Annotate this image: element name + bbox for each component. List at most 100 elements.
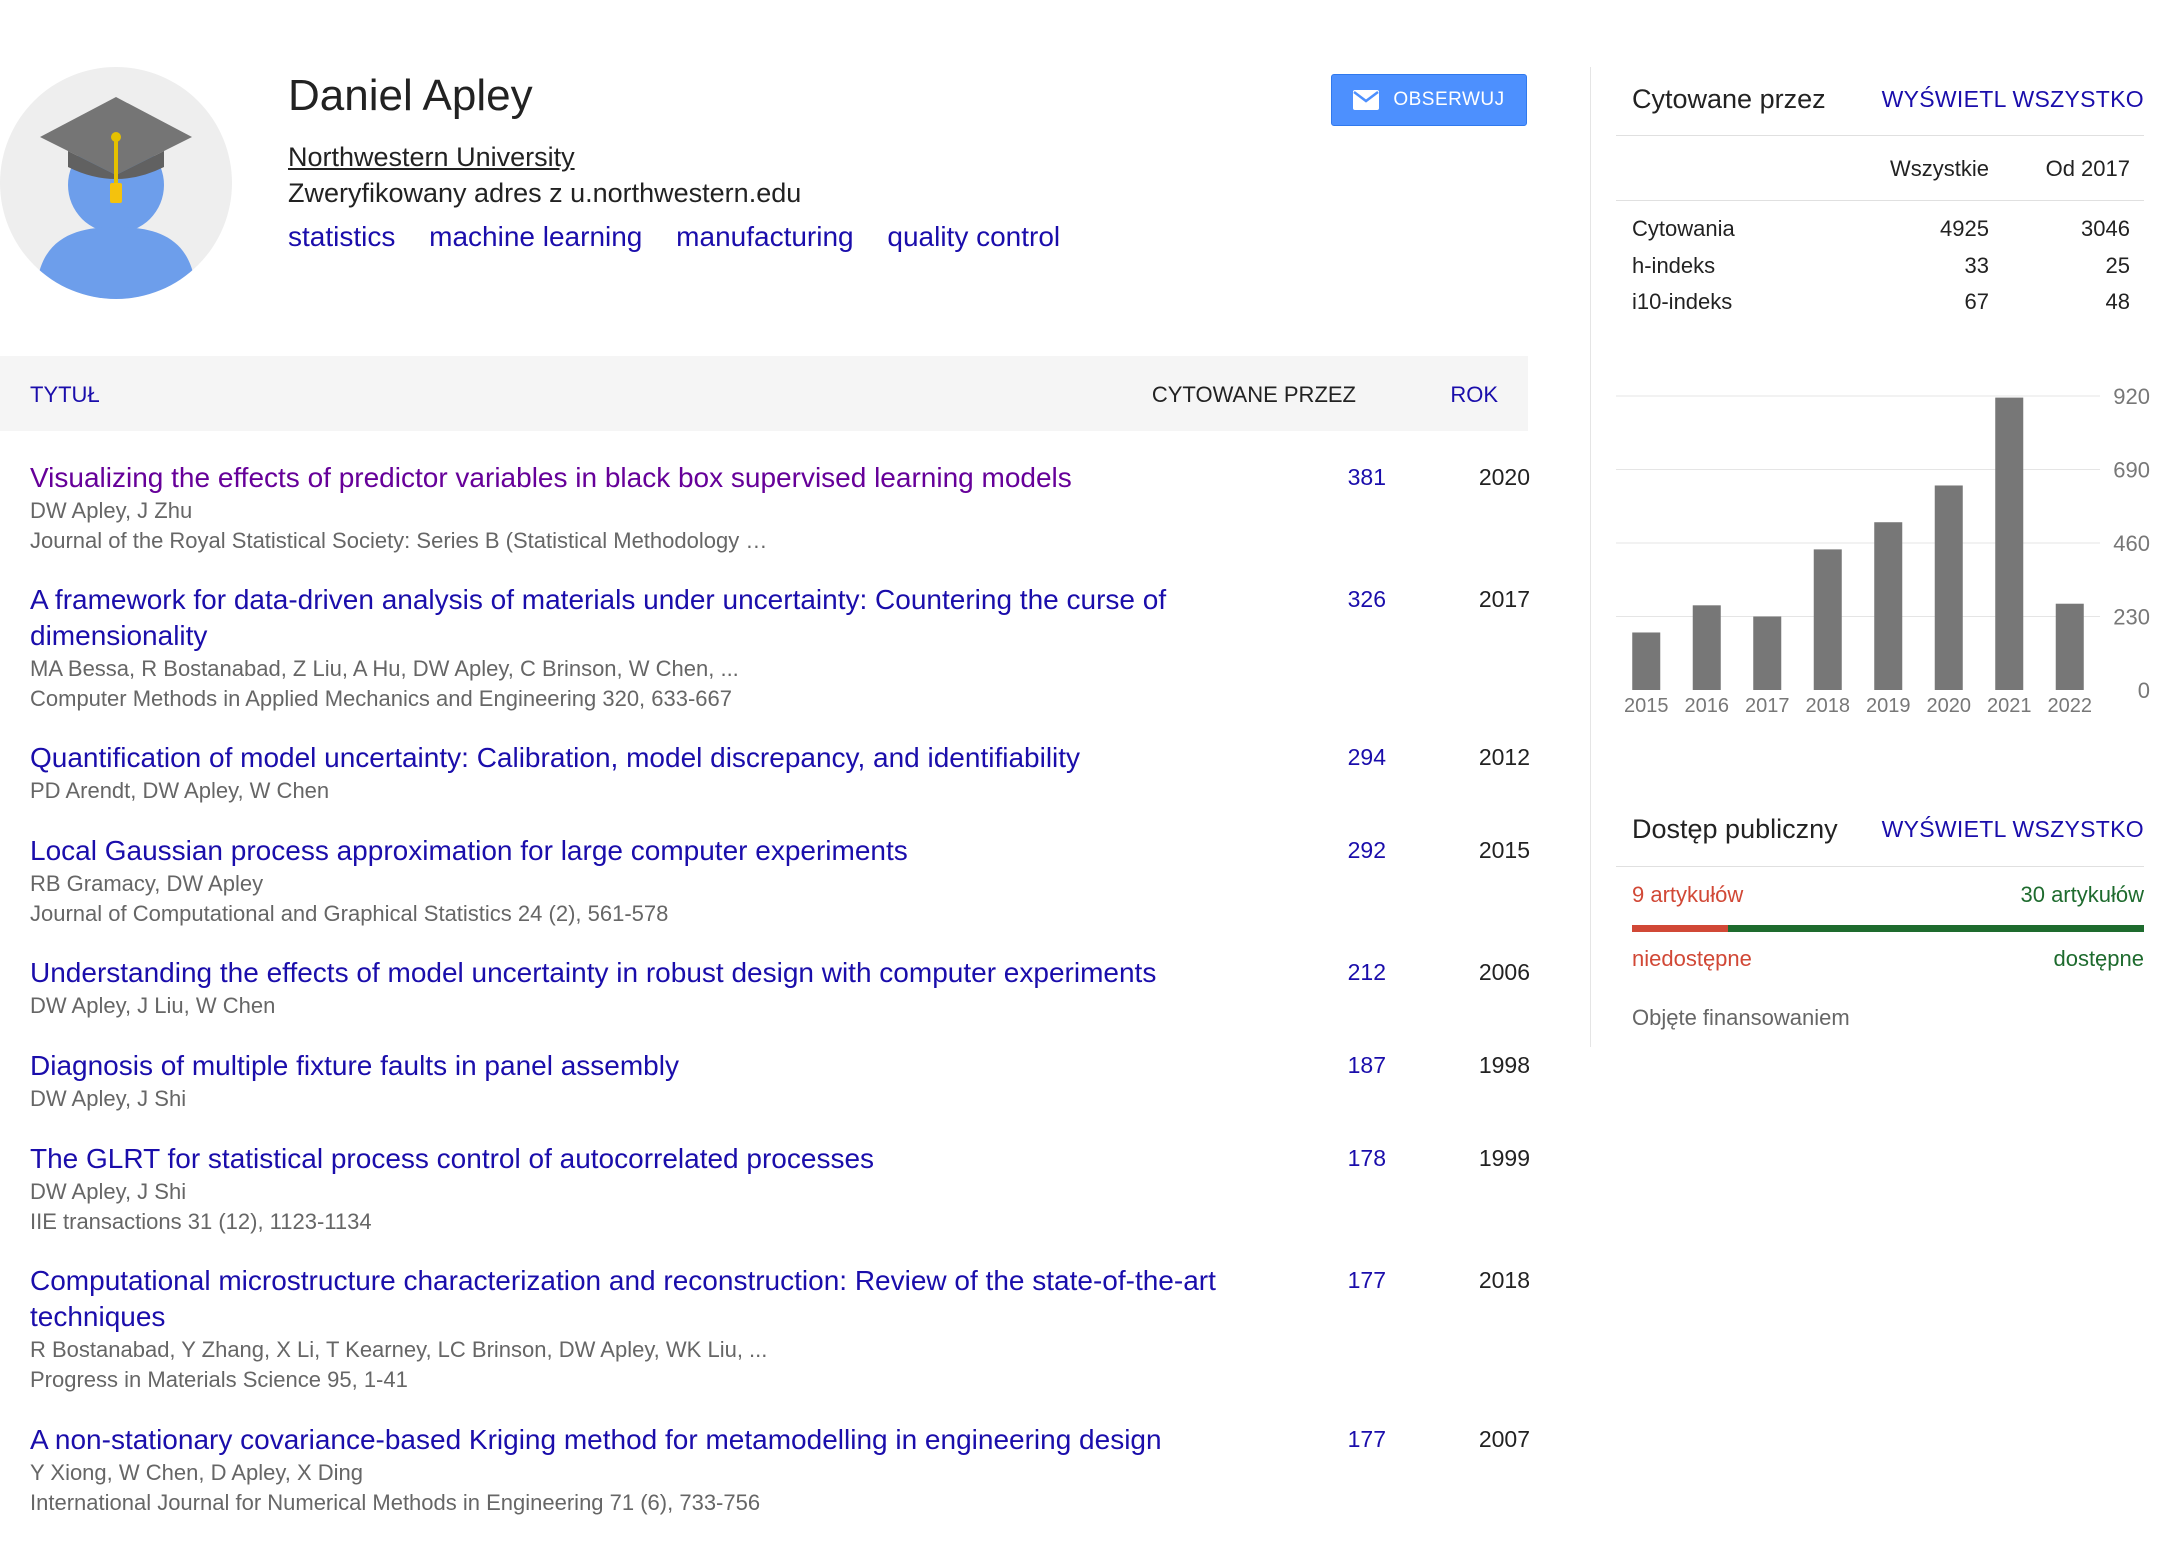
- publication-title-link[interactable]: Understanding the effects of model uncer…: [30, 955, 1230, 991]
- divider: [1616, 866, 2144, 867]
- y-tick-label: 460: [2113, 531, 2150, 556]
- metric-row-i10-index: i10-indeks 67 48: [1616, 285, 2144, 321]
- citation-bar-2019[interactable]: [1874, 522, 1903, 690]
- publication-authors: RB Gramacy, DW Apley: [30, 871, 264, 896]
- publication-venue: International Journal for Numerical Meth…: [30, 1490, 761, 1515]
- citation-bar-2017[interactable]: [1753, 616, 1782, 691]
- citation-count-link[interactable]: 294: [1286, 744, 1386, 771]
- citation-count-link[interactable]: 381: [1286, 464, 1386, 491]
- public-access-bar-unavailable: [1632, 925, 1728, 932]
- publication-year: 2018: [1478, 1267, 1530, 1293]
- publication-title-link[interactable]: Quantification of model uncertainty: Cal…: [30, 740, 1230, 776]
- citation-count-link[interactable]: 187: [1286, 1052, 1386, 1079]
- publication-year: 2007: [1478, 1426, 1530, 1452]
- y-tick-label: 0: [2138, 678, 2150, 703]
- research-interests: statistics machine learning manufacturin…: [288, 220, 1086, 254]
- citation-bar-2015[interactable]: [1632, 632, 1661, 690]
- sort-by-title[interactable]: TYTUŁ: [30, 382, 100, 408]
- publication-venue: Journal of Computational and Graphical S…: [30, 901, 669, 926]
- y-tick-label: 230: [2113, 605, 2150, 630]
- publication-row: Diagnosis of multiple fixture faults in …: [30, 1048, 1530, 1114]
- publication-title-link[interactable]: A framework for data-driven analysis of …: [30, 582, 1230, 654]
- metric-value-since: 48: [2105, 289, 2130, 314]
- unavailable-articles-count[interactable]: 9 artykułów: [1632, 882, 1743, 908]
- metric-label: i10-indeks: [1632, 289, 1733, 314]
- publication-row: A framework for data-driven analysis of …: [30, 582, 1530, 714]
- publication-year: 2012: [1478, 744, 1530, 770]
- citation-bar-2016[interactable]: [1692, 605, 1721, 690]
- publication-title-link[interactable]: Local Gaussian process approximation for…: [30, 833, 1230, 869]
- metric-row-h-index: h-indeks 33 25: [1616, 249, 2144, 285]
- x-tick-label: 2017: [1745, 695, 1790, 717]
- publication-row: Visualizing the effects of predictor var…: [30, 460, 1530, 556]
- sort-by-year[interactable]: ROK: [1450, 382, 1498, 408]
- citation-count-link[interactable]: 177: [1286, 1426, 1386, 1453]
- metrics-col-since: Od 2017: [2045, 156, 2130, 181]
- cited-by-view-all-link[interactable]: WYŚWIETL WSZYSTKO: [1882, 86, 2144, 113]
- sidebar-divider: [1590, 67, 1591, 1047]
- affiliation-link[interactable]: Northwestern University: [288, 140, 575, 174]
- interest-link-machine-learning[interactable]: machine learning: [429, 221, 642, 252]
- metric-value-all: 33: [1964, 253, 1989, 278]
- metric-value-since: 3046: [2081, 216, 2130, 241]
- follow-button-label: OBSERWUJ: [1393, 89, 1505, 110]
- x-tick-label: 2016: [1685, 695, 1730, 717]
- public-access-view-all-link[interactable]: WYŚWIETL WSZYSTKO: [1882, 816, 2144, 843]
- publication-title-link[interactable]: A non-stationary covariance-based Krigin…: [30, 1422, 1230, 1458]
- verified-email: Zweryfikowany adres z u.northwestern.edu: [288, 178, 802, 208]
- citation-bar-2018[interactable]: [1813, 549, 1842, 690]
- interest-link-manufacturing[interactable]: manufacturing: [676, 221, 853, 252]
- follow-button[interactable]: OBSERWUJ: [1331, 74, 1527, 126]
- interest-link-quality-control[interactable]: quality control: [887, 221, 1060, 252]
- metric-value-all: 4925: [1940, 216, 1989, 241]
- scholar-profile-page: Daniel Apley Northwestern University Zwe…: [0, 0, 2158, 1566]
- publication-venue: Computer Methods in Applied Mechanics an…: [30, 686, 733, 711]
- y-tick-label: 690: [2113, 458, 2150, 483]
- metrics-header: Wszystkie Od 2017: [1616, 152, 2144, 186]
- publication-year: 2006: [1478, 959, 1530, 985]
- citation-bar-2021[interactable]: [1995, 397, 2024, 690]
- citation-count-link[interactable]: 178: [1286, 1145, 1386, 1172]
- publication-authors: MA Bessa, R Bostanabad, Z Liu, A Hu, DW …: [30, 656, 739, 681]
- publication-title-link[interactable]: Visualizing the effects of predictor var…: [30, 460, 1230, 496]
- profile-name: Daniel Apley: [288, 71, 533, 120]
- x-tick-label: 2018: [1806, 695, 1851, 717]
- citation-count-link[interactable]: 326: [1286, 586, 1386, 613]
- available-label: dostępne: [2053, 946, 2144, 971]
- citation-bar-2022[interactable]: [2055, 603, 2084, 690]
- publication-year: 2017: [1478, 586, 1530, 612]
- publication-venue: IIE transactions 31 (12), 1123-1134: [30, 1209, 372, 1234]
- envelope-icon: [1353, 90, 1380, 110]
- publication-year: 1999: [1478, 1145, 1530, 1171]
- divider: [1616, 135, 2144, 136]
- metric-label: h-indeks: [1632, 253, 1716, 278]
- publication-row: Computational microstructure characteriz…: [30, 1263, 1530, 1395]
- citation-count-link[interactable]: 212: [1286, 959, 1386, 986]
- divider: [1616, 200, 2144, 201]
- x-tick-label: 2015: [1624, 695, 1669, 717]
- y-tick-label: 920: [2113, 384, 2150, 409]
- publication-title-link[interactable]: The GLRT for statistical process control…: [30, 1141, 1230, 1177]
- metric-label: Cytowania: [1632, 216, 1735, 241]
- cited-by-column-header: CYTOWANE PRZEZ: [1151, 382, 1356, 407]
- publication-year: 2020: [1478, 464, 1530, 490]
- publication-row: Understanding the effects of model uncer…: [30, 955, 1530, 1021]
- publication-title-link[interactable]: Diagnosis of multiple fixture faults in …: [30, 1048, 1230, 1084]
- interest-link-statistics[interactable]: statistics: [288, 221, 395, 252]
- funding-mandates-label: Objęte finansowaniem: [1632, 1005, 1850, 1030]
- cited-by-heading: Cytowane przez: [1632, 84, 1826, 114]
- metric-value-all: 67: [1964, 289, 1989, 314]
- publication-row: A non-stationary covariance-based Krigin…: [30, 1422, 1530, 1518]
- publication-year: 2015: [1478, 837, 1530, 863]
- citation-bar-2020[interactable]: [1934, 485, 1963, 690]
- metric-value-since: 25: [2105, 253, 2130, 278]
- available-articles-count[interactable]: 30 artykułów: [2020, 882, 2144, 908]
- x-tick-label: 2020: [1927, 695, 1972, 717]
- citation-count-link[interactable]: 177: [1286, 1267, 1386, 1294]
- publication-year: 1998: [1478, 1052, 1530, 1078]
- citation-count-link[interactable]: 292: [1286, 837, 1386, 864]
- metric-row-citations: Cytowania 4925 3046: [1616, 212, 2144, 248]
- graduate-avatar-icon: [0, 67, 232, 299]
- publication-venue: Progress in Materials Science 95, 1-41: [30, 1367, 408, 1392]
- publication-title-link[interactable]: Computational microstructure characteriz…: [30, 1263, 1230, 1335]
